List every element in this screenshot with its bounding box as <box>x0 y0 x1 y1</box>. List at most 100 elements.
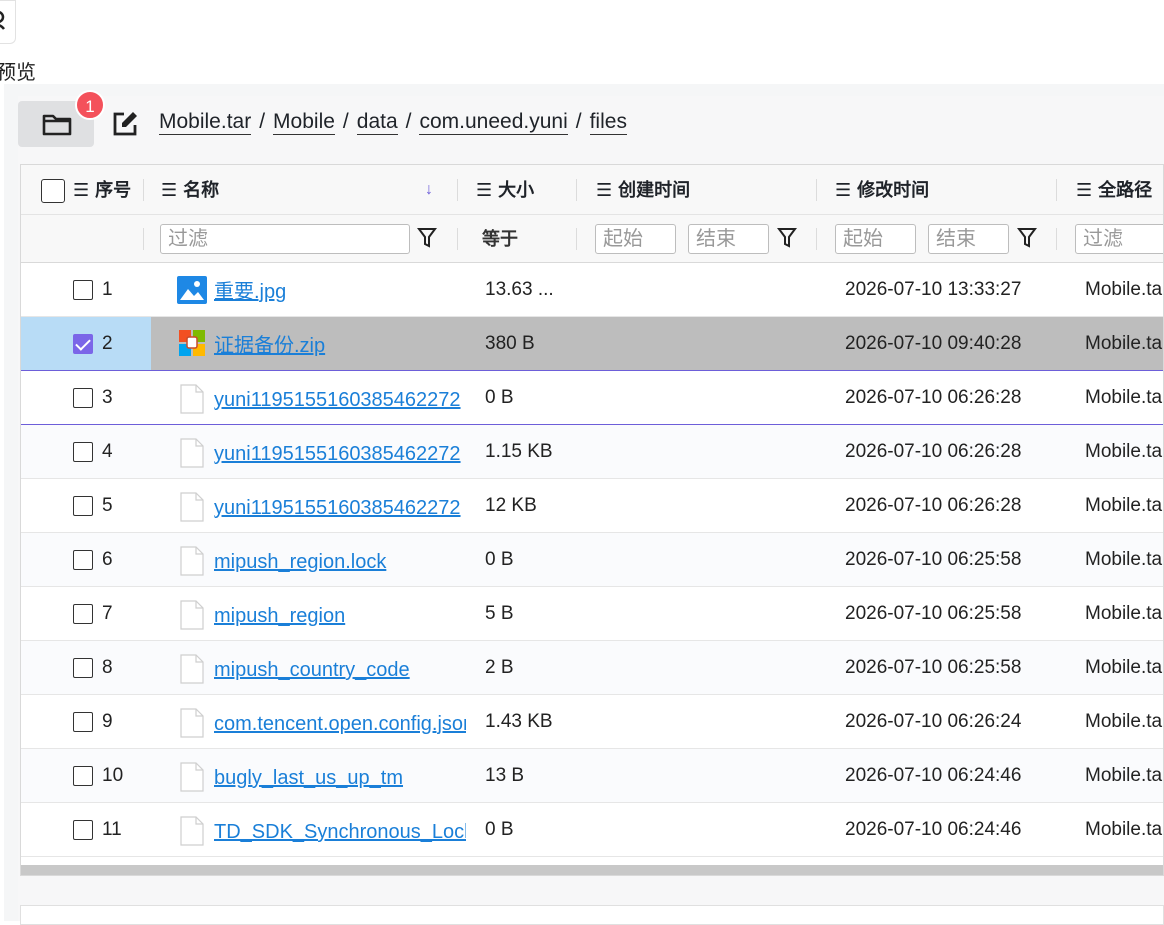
file-fullpath: Mobile.ta <box>1085 603 1163 624</box>
file-modified: 2026-07-10 06:25:58 <box>845 657 1022 678</box>
filter-icon[interactable] <box>417 227 437 249</box>
file-fullpath: Mobile.ta <box>1085 819 1163 840</box>
sort-desc-icon[interactable]: ↓ <box>425 165 433 215</box>
select-all-checkbox[interactable] <box>41 179 65 204</box>
breadcrumb: Mobile.tar / Mobile / data / com.uneed.yuni / fi… <box>159 110 627 135</box>
size-filter-label[interactable]: 等于 <box>482 215 518 263</box>
row-checkbox[interactable] <box>73 603 93 624</box>
table-row[interactable]: 11 TD_SDK_Synchronous_Lock 0 B 2026-07-10 0… <box>21 803 1163 857</box>
column-menu-icon: ☰ <box>476 180 493 200</box>
file-modified: 2026-07-10 06:26:28 <box>845 387 1022 408</box>
column-fullpath[interactable]: ☰ 全路径 <box>1076 165 1152 215</box>
breadcrumb-separator: / <box>575 110 582 133</box>
file-fullpath: Mobile.ta <box>1085 657 1163 678</box>
column-divider <box>576 228 577 250</box>
row-checkbox[interactable] <box>73 333 93 354</box>
row-checkbox[interactable] <box>73 279 93 300</box>
column-modified[interactable]: ☰ 修改时间 <box>835 165 929 215</box>
file-name-link[interactable]: bugly_last_us_up_tm <box>214 767 403 789</box>
row-checkbox[interactable] <box>73 387 93 408</box>
file-name-cell: TD_SDK_Synchronous_Lock <box>214 803 466 857</box>
row-checkbox-cell <box>73 803 93 857</box>
column-divider[interactable] <box>1056 179 1057 201</box>
name-filter-input[interactable]: 过滤 <box>160 224 410 254</box>
row-index: 7 <box>102 603 113 624</box>
file-name-link[interactable]: 重要.jpg <box>214 281 286 303</box>
breadcrumb-separator: / <box>259 110 266 133</box>
file-name-link[interactable]: mipush_region <box>214 605 345 627</box>
row-checkbox-cell <box>73 587 93 641</box>
file-name-cell: 证据备份.zip <box>214 317 466 371</box>
file-fullpath: Mobile.ta <box>1085 279 1163 300</box>
column-divider[interactable] <box>143 179 144 201</box>
filter-icon[interactable] <box>1017 227 1037 249</box>
row-checkbox[interactable] <box>73 711 93 732</box>
row-index: 1 <box>102 279 113 300</box>
modified-start-input[interactable]: 起始 <box>835 224 916 254</box>
row-index: 4 <box>102 441 113 462</box>
table-row[interactable]: 4 yuni1195155160385462272 1.15 KB 2026-07-1… <box>21 425 1163 479</box>
file-name-link[interactable]: mipush_region.lock <box>214 551 386 573</box>
column-menu-icon: ☰ <box>596 180 613 200</box>
modified-end-input[interactable]: 结束 <box>928 224 1009 254</box>
created-end-input[interactable]: 结束 <box>688 224 769 254</box>
breadcrumb-item[interactable]: com.uneed.yuni <box>419 110 568 135</box>
table-row[interactable]: 3 yuni1195155160385462272 0 B 2026-07-10 06… <box>21 371 1163 425</box>
table-row[interactable]: 10 bugly_last_us_up_tm 13 B 2026-07-10 06:2… <box>21 749 1163 803</box>
top-tool-button[interactable] <box>0 0 16 44</box>
column-created[interactable]: ☰ 创建时间 <box>596 165 690 215</box>
row-index: 2 <box>102 333 113 354</box>
file-modified: 2026-07-10 06:24:46 <box>845 819 1022 840</box>
row-index: 9 <box>102 711 113 732</box>
table-row[interactable]: 1 重要.jpg 13.63 ... 2026-07-10 13:33:27 Mobil… <box>21 263 1163 317</box>
row-checkbox[interactable] <box>73 765 93 786</box>
file-modified: 2026-07-10 13:33:27 <box>845 279 1022 300</box>
path-filter-input[interactable]: 过滤 <box>1075 224 1163 254</box>
row-checkbox[interactable] <box>73 441 93 462</box>
image-icon <box>177 276 207 310</box>
select-all-cell <box>41 165 65 215</box>
row-checkbox[interactable] <box>73 549 93 570</box>
file-name-cell: yuni1195155160385462272 <box>214 479 466 533</box>
table-row[interactable]: 7 mipush_region 5 B 2026-07-10 06:25:58 Mobi… <box>21 587 1163 641</box>
column-name[interactable]: ☰ 名称 <box>161 165 219 215</box>
row-index: 11 <box>102 819 122 840</box>
breadcrumb-separator: / <box>342 110 349 133</box>
table-row[interactable]: 5 yuni1195155160385462272 12 KB 2026-07-10 … <box>21 479 1163 533</box>
edit-icon <box>113 112 137 136</box>
file-name-link[interactable]: mipush_country_code <box>214 659 410 681</box>
file-size: 13 B <box>485 765 525 786</box>
table-row[interactable]: 2 证据备份.zip 380 B 2026-07-10 09:40:28 Mobile.… <box>21 317 1163 371</box>
breadcrumb-item[interactable]: Mobile.tar <box>159 110 252 135</box>
column-index[interactable]: ☰ 序号 <box>73 165 131 215</box>
column-size[interactable]: ☰ 大小 <box>476 165 534 215</box>
row-checkbox[interactable] <box>73 819 93 840</box>
file-icon <box>180 708 204 744</box>
file-icon <box>180 600 204 636</box>
created-start-input[interactable]: 起始 <box>595 224 676 254</box>
file-name-link[interactable]: yuni1195155160385462272 <box>214 497 461 519</box>
file-name-link[interactable]: com.tencent.open.config.json <box>214 713 466 735</box>
table-row[interactable]: 9 com.tencent.open.config.json 1.43 KB 2026… <box>21 695 1163 749</box>
column-menu-icon: ☰ <box>835 180 852 200</box>
file-name-link[interactable]: 证据备份.zip <box>214 335 325 357</box>
file-name-link[interactable]: yuni1195155160385462272 <box>214 443 461 465</box>
column-divider[interactable] <box>576 179 577 201</box>
edit-button[interactable] <box>111 110 139 138</box>
table-row[interactable]: 6 mipush_region.lock 0 B 2026-07-10 06:25:5… <box>21 533 1163 587</box>
row-index: 10 <box>102 765 124 786</box>
horizontal-scrollbar[interactable] <box>21 865 1163 875</box>
file-name-link[interactable]: yuni1195155160385462272 <box>214 389 461 411</box>
breadcrumb-item[interactable]: Mobile <box>273 110 335 135</box>
filter-icon[interactable] <box>777 227 797 249</box>
grid-header: ☰ 序号 ☰ 名称 ↓ ☰ 大小 ☰ 创建时间 ☰ 修改时间 ☰ 全路径 <box>21 165 1163 215</box>
table-row[interactable]: 8 mipush_country_code 2 B 2026-07-10 06:25:… <box>21 641 1163 695</box>
breadcrumb-item[interactable]: data <box>356 110 398 135</box>
row-checkbox[interactable] <box>73 495 93 516</box>
column-divider[interactable] <box>816 179 817 201</box>
row-checkbox[interactable] <box>73 657 93 678</box>
column-divider[interactable] <box>457 179 458 201</box>
row-index: 6 <box>102 549 113 570</box>
breadcrumb-item[interactable]: files <box>589 110 627 135</box>
file-name-link[interactable]: TD_SDK_Synchronous_Lock <box>214 821 466 843</box>
